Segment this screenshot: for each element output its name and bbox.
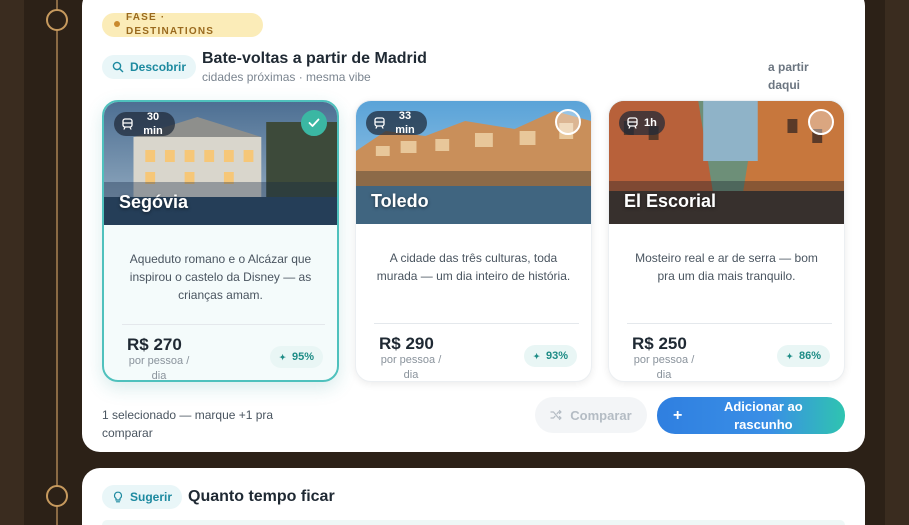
match-score: 93% xyxy=(545,350,568,362)
duration-badge: 30 min xyxy=(114,111,175,137)
sparkle-icon: ✦ xyxy=(533,351,540,361)
discover-tag-label: Descobrir xyxy=(130,60,187,74)
select-checkbox[interactable] xyxy=(808,109,834,135)
add-to-draft-button[interactable]: + Adicionar ao rascunho xyxy=(657,397,845,434)
match-score: 86% xyxy=(798,350,821,362)
selection-note: 1 selecionado — marque +1 pra comparar xyxy=(102,408,274,440)
sparkle-icon: ✦ xyxy=(279,352,286,362)
destination-card-toledo[interactable]: 33 min Toledo A cidade das três culturas… xyxy=(355,100,592,382)
destination-card-el-escorial[interactable]: 1h El Escorial Mosteiro real e ar de ser… xyxy=(608,100,845,382)
timeline-node-current xyxy=(46,9,68,31)
suggest-tag-label: Sugerir xyxy=(130,490,173,504)
destination-name: Toledo xyxy=(371,191,429,211)
destination-name: Segóvia xyxy=(119,192,189,212)
destination-price: R$ 250 xyxy=(632,334,687,353)
add-to-draft-label: Adicionar ao rascunho xyxy=(723,398,803,432)
price-unit: por pessoa / dia xyxy=(128,355,190,382)
next-section-title: Quanto tempo ficar xyxy=(188,488,335,505)
suggest-tag: Sugerir xyxy=(102,485,183,509)
duration-badge: 1h xyxy=(619,111,665,135)
plus-icon: + xyxy=(673,406,683,424)
compare-button-label: Comparar xyxy=(570,407,632,423)
destination-price: R$ 270 xyxy=(127,335,182,354)
destination-description: Aqueduto romano e o Alcázar que inspirou… xyxy=(129,252,312,302)
bulb-icon xyxy=(113,491,123,503)
search-icon xyxy=(112,61,124,73)
train-icon xyxy=(374,117,385,129)
destination-name: El Escorial xyxy=(624,191,717,211)
select-checkbox[interactable] xyxy=(555,109,581,135)
compare-button[interactable]: Comparar xyxy=(535,397,647,433)
card-divider xyxy=(374,323,579,324)
destination-description: Mosteiro real e ar de serra — bom pra um… xyxy=(635,251,818,283)
select-checkbox[interactable] xyxy=(301,110,327,136)
check-icon xyxy=(308,118,320,127)
train-icon xyxy=(122,118,133,130)
destination-description: A cidade das três culturas, toda murada … xyxy=(376,251,571,283)
match-badge: ✦ 86% xyxy=(777,345,830,367)
train-icon xyxy=(627,117,638,129)
shuffle-icon xyxy=(550,409,562,421)
duration-badge: 33 min xyxy=(366,110,427,136)
card-divider xyxy=(627,323,832,324)
destination-price: R$ 290 xyxy=(379,334,434,353)
duration-label: 33 min xyxy=(395,110,415,136)
next-section-content xyxy=(102,520,845,525)
timeline-line xyxy=(56,0,58,525)
hint-text: a partir daqui xyxy=(768,60,809,92)
sparkle-icon: ✦ xyxy=(786,351,793,361)
destination-card-segovia[interactable]: 30 min Segóvia Aqueduto romano e o Alcáz… xyxy=(102,100,339,382)
phase-label: FASE · DESTINATIONS xyxy=(126,12,215,37)
duration-label: 30 min xyxy=(143,111,163,137)
duration-label: 1h xyxy=(644,117,657,129)
match-badge: ✦ 95% xyxy=(270,346,323,368)
timeline-node-next xyxy=(46,485,68,507)
discover-tag: Descobrir xyxy=(102,55,197,79)
phase-badge: FASE · DESTINATIONS xyxy=(102,12,263,37)
price-unit: por pessoa / dia xyxy=(380,354,442,381)
section-subtitle: cidades próximas · mesma vibe xyxy=(202,70,371,84)
section-title: Bate-voltas a partir de Madrid xyxy=(202,50,427,67)
price-unit: por pessoa / dia xyxy=(633,354,695,381)
card-divider xyxy=(122,324,325,325)
phase-dot-icon xyxy=(114,21,120,27)
match-badge: ✦ 93% xyxy=(524,345,577,367)
match-score: 95% xyxy=(291,351,314,363)
